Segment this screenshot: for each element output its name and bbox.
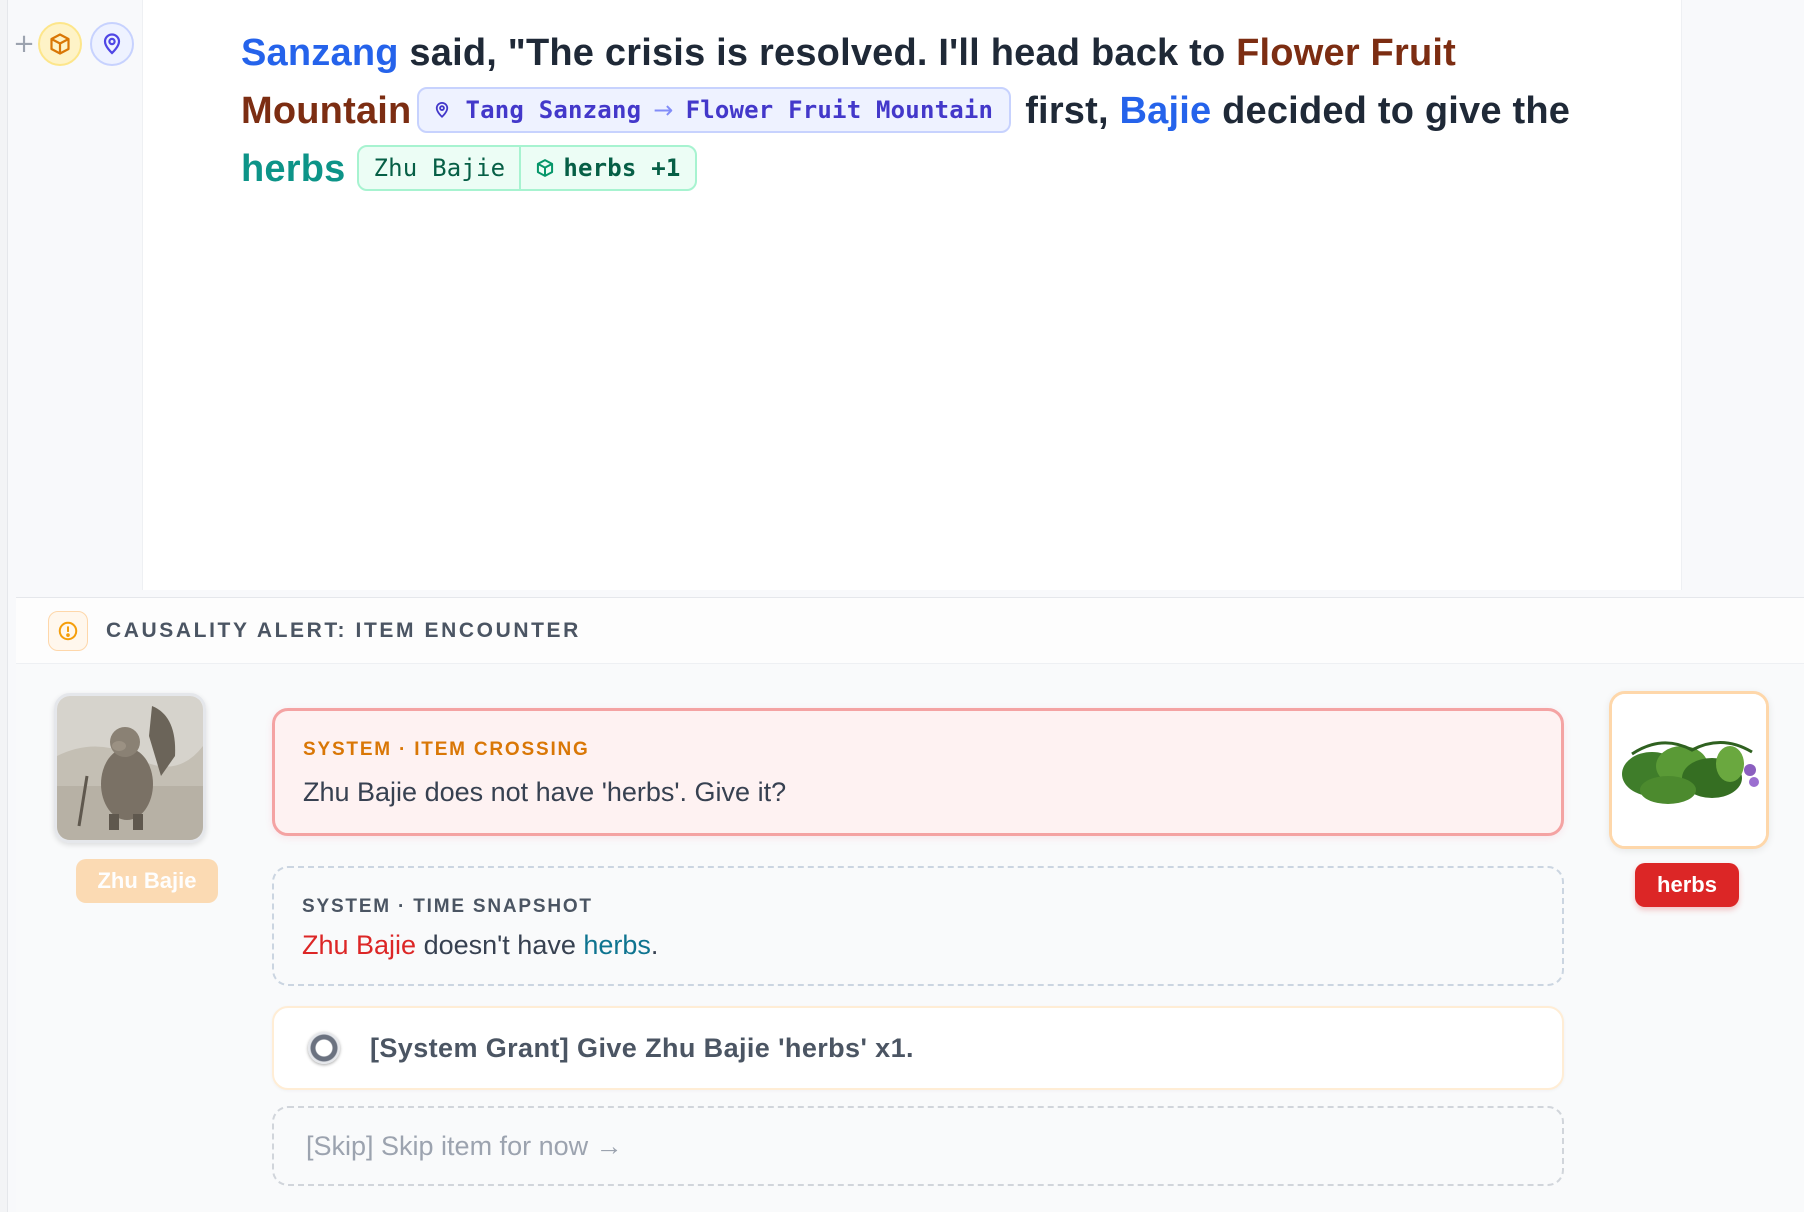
- item-crossing-card: SYSTEM · ITEM CROSSING Zhu Bajie does no…: [272, 708, 1564, 836]
- movement-arrow: →: [653, 95, 674, 124]
- item-mention[interactable]: herbs: [241, 148, 345, 190]
- skip-option[interactable]: [Skip] Skip item for now →: [272, 1106, 1564, 1186]
- map-pin-icon: [436, 102, 449, 118]
- crossing-kicker: SYSTEM · ITEM CROSSING: [303, 739, 590, 760]
- story-text: said, "The crisis is resolved. I'll head…: [398, 32, 1237, 74]
- story-text: first,: [1025, 90, 1120, 132]
- character-mention[interactable]: Bajie: [1120, 90, 1212, 132]
- cube-icon: [537, 159, 554, 177]
- item-image: [1609, 691, 1769, 849]
- give-chip-item: herbs +1: [519, 146, 694, 189]
- snapshot-text: doesn't have: [416, 930, 584, 960]
- alert-header: CAUSALITY ALERT: ITEM ENCOUNTER: [16, 598, 1804, 664]
- snapshot-message: Zhu Bajie doesn't have herbs.: [302, 930, 658, 961]
- location-tool-button[interactable]: [90, 22, 134, 66]
- grant-option[interactable]: [System Grant] Give Zhu Bajie 'herbs' x1…: [272, 1006, 1564, 1090]
- give-item-chip[interactable]: Zhu Bajie herbs +1: [357, 144, 697, 191]
- story-text: decided to give the: [1211, 90, 1571, 132]
- gutter-toolbar: +: [10, 22, 134, 66]
- cube-icon: [50, 33, 70, 55]
- character-portrait: [54, 693, 206, 843]
- snapshot-item: herbs: [583, 930, 651, 960]
- skip-option-label: [Skip] Skip item for now →: [306, 1130, 623, 1161]
- snapshot-kicker: SYSTEM · TIME SNAPSHOT: [302, 896, 593, 917]
- left-rail: [0, 0, 8, 1212]
- give-chip-item-label: herbs +1: [563, 153, 681, 182]
- snapshot-end: .: [650, 930, 659, 960]
- character-mention[interactable]: Sanzang: [241, 32, 399, 74]
- alert-circle-icon: [48, 610, 88, 651]
- give-chip-character: Zhu Bajie: [373, 153, 506, 182]
- alert-title: CAUSALITY ALERT: ITEM ENCOUNTER: [106, 618, 581, 642]
- grant-radio[interactable]: [308, 1032, 340, 1064]
- item-label[interactable]: herbs: [1635, 863, 1739, 907]
- app-root: + Sanzang said, "The crisis is resolved.…: [0, 0, 1804, 1212]
- movement-from: Tang Sanzang: [465, 95, 642, 124]
- plus-icon[interactable]: +: [10, 30, 38, 58]
- movement-to: Flower Fruit Mountain: [685, 95, 994, 124]
- causality-alert-panel: CAUSALITY ALERT: ITEM ENCOUNTER Zhu Baji…: [16, 597, 1804, 1212]
- item-tool-button[interactable]: [38, 22, 82, 66]
- character-label[interactable]: Zhu Bajie: [76, 859, 218, 903]
- movement-chip[interactable]: Tang Sanzang → Flower Fruit Mountain: [417, 86, 1012, 133]
- time-snapshot-card: SYSTEM · TIME SNAPSHOT Zhu Bajie doesn't…: [272, 866, 1564, 986]
- crossing-message: Zhu Bajie does not have 'herbs'. Give it…: [303, 777, 787, 807]
- character-card: Zhu Bajie: [54, 693, 218, 903]
- grant-option-label: [System Grant] Give Zhu Bajie 'herbs' x1…: [370, 1032, 914, 1063]
- story-paragraph[interactable]: Sanzang said, "The crisis is resolved. I…: [241, 24, 1581, 198]
- map-pin-icon: [103, 33, 121, 55]
- story-editor[interactable]: Sanzang said, "The crisis is resolved. I…: [142, 0, 1682, 590]
- item-card: herbs: [1609, 691, 1769, 907]
- snapshot-character: Zhu Bajie: [302, 930, 417, 960]
